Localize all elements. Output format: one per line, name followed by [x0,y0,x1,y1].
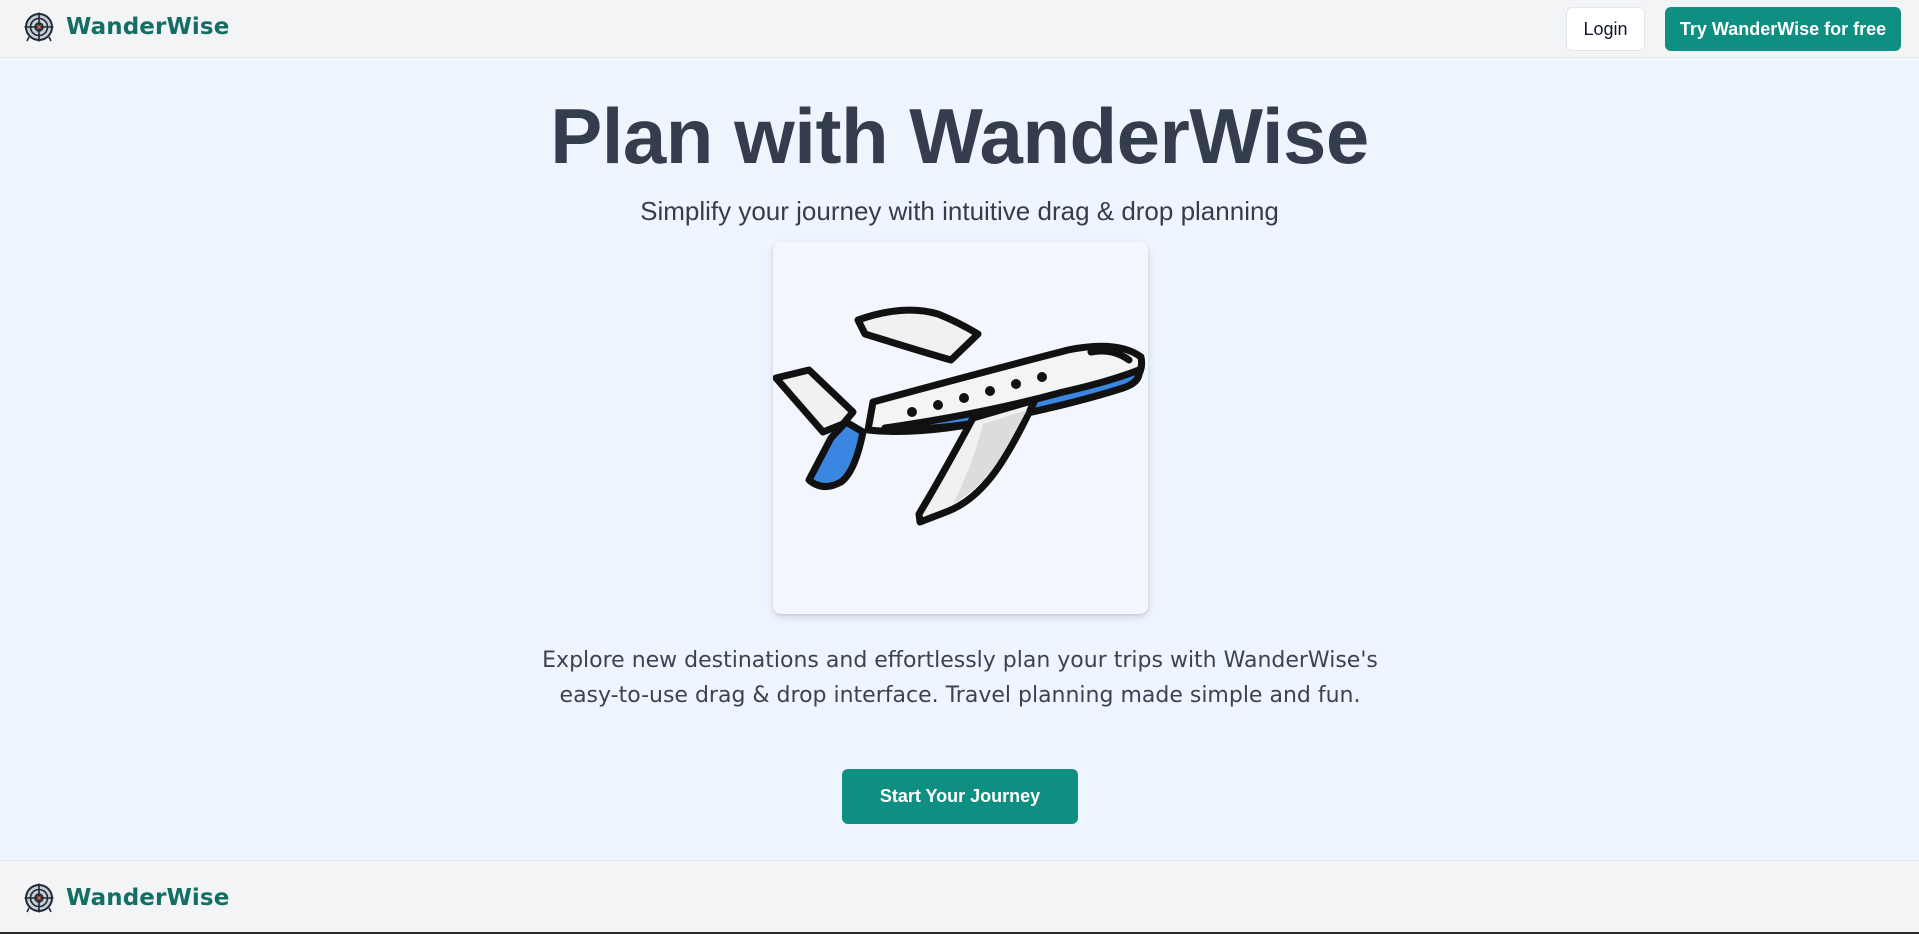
hero-description: Explore new destinations and effortlessl… [542,648,1378,708]
airplane-icon [773,306,1146,526]
footer: WanderWise [0,860,1919,934]
login-button[interactable]: Login [1566,7,1645,51]
start-journey-button[interactable]: Start Your Journey [842,769,1078,824]
footer-brand-name: WanderWise [66,885,230,911]
brand-name: WanderWise [66,14,230,40]
compass-globe-icon [23,882,55,914]
top-navbar: WanderWise Login Try WanderWise for free [0,0,1919,58]
compass-globe-icon [23,11,55,43]
brand-link[interactable]: WanderWise [23,10,229,44]
hero-title: Plan with WanderWise [550,92,1369,180]
try-free-button[interactable]: Try WanderWise for free [1665,7,1901,51]
illustration-card [773,242,1148,614]
hero-subtitle: Simplify your journey with intuitive dra… [640,196,1279,226]
footer-brand-link[interactable]: WanderWise [23,881,229,915]
